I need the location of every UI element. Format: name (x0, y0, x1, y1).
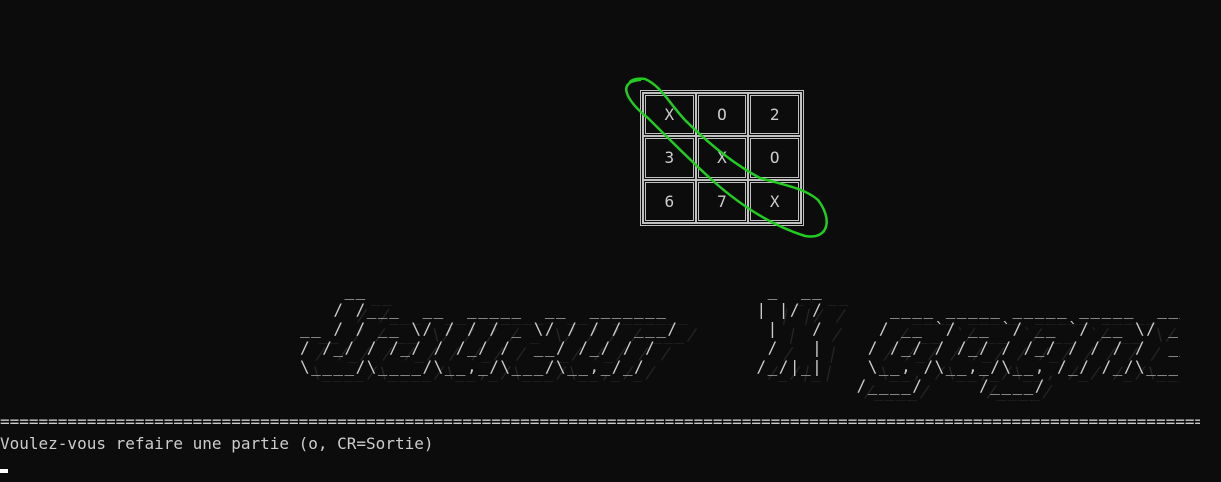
winner-banner-ascii-art: __ _ __ _____ / /___ __ _____ __ _______… (300, 281, 1180, 395)
separator-line: ========================================… (0, 412, 1200, 431)
board-cell-5: O (748, 136, 801, 180)
board-cell-8: X (748, 179, 801, 223)
board-cell-3: 3 (643, 136, 696, 180)
board-cell-2: 2 (748, 93, 801, 137)
board-cell-4: X (695, 136, 749, 180)
board-cell-0: X (643, 93, 696, 137)
winner-banner: __ _ __ _____ / /___ __ _____ __ _______… (300, 281, 1180, 411)
board-cell-6: 6 (643, 179, 696, 223)
terminal-cursor[interactable] (0, 469, 8, 473)
replay-prompt: Voulez-vous refaire une partie (o, CR=So… (0, 434, 434, 453)
board-cell-7: 7 (695, 179, 749, 223)
tic-tac-toe-board: X O 2 3 X O 6 7 X (640, 90, 804, 226)
board-cell-1: O (695, 93, 749, 137)
